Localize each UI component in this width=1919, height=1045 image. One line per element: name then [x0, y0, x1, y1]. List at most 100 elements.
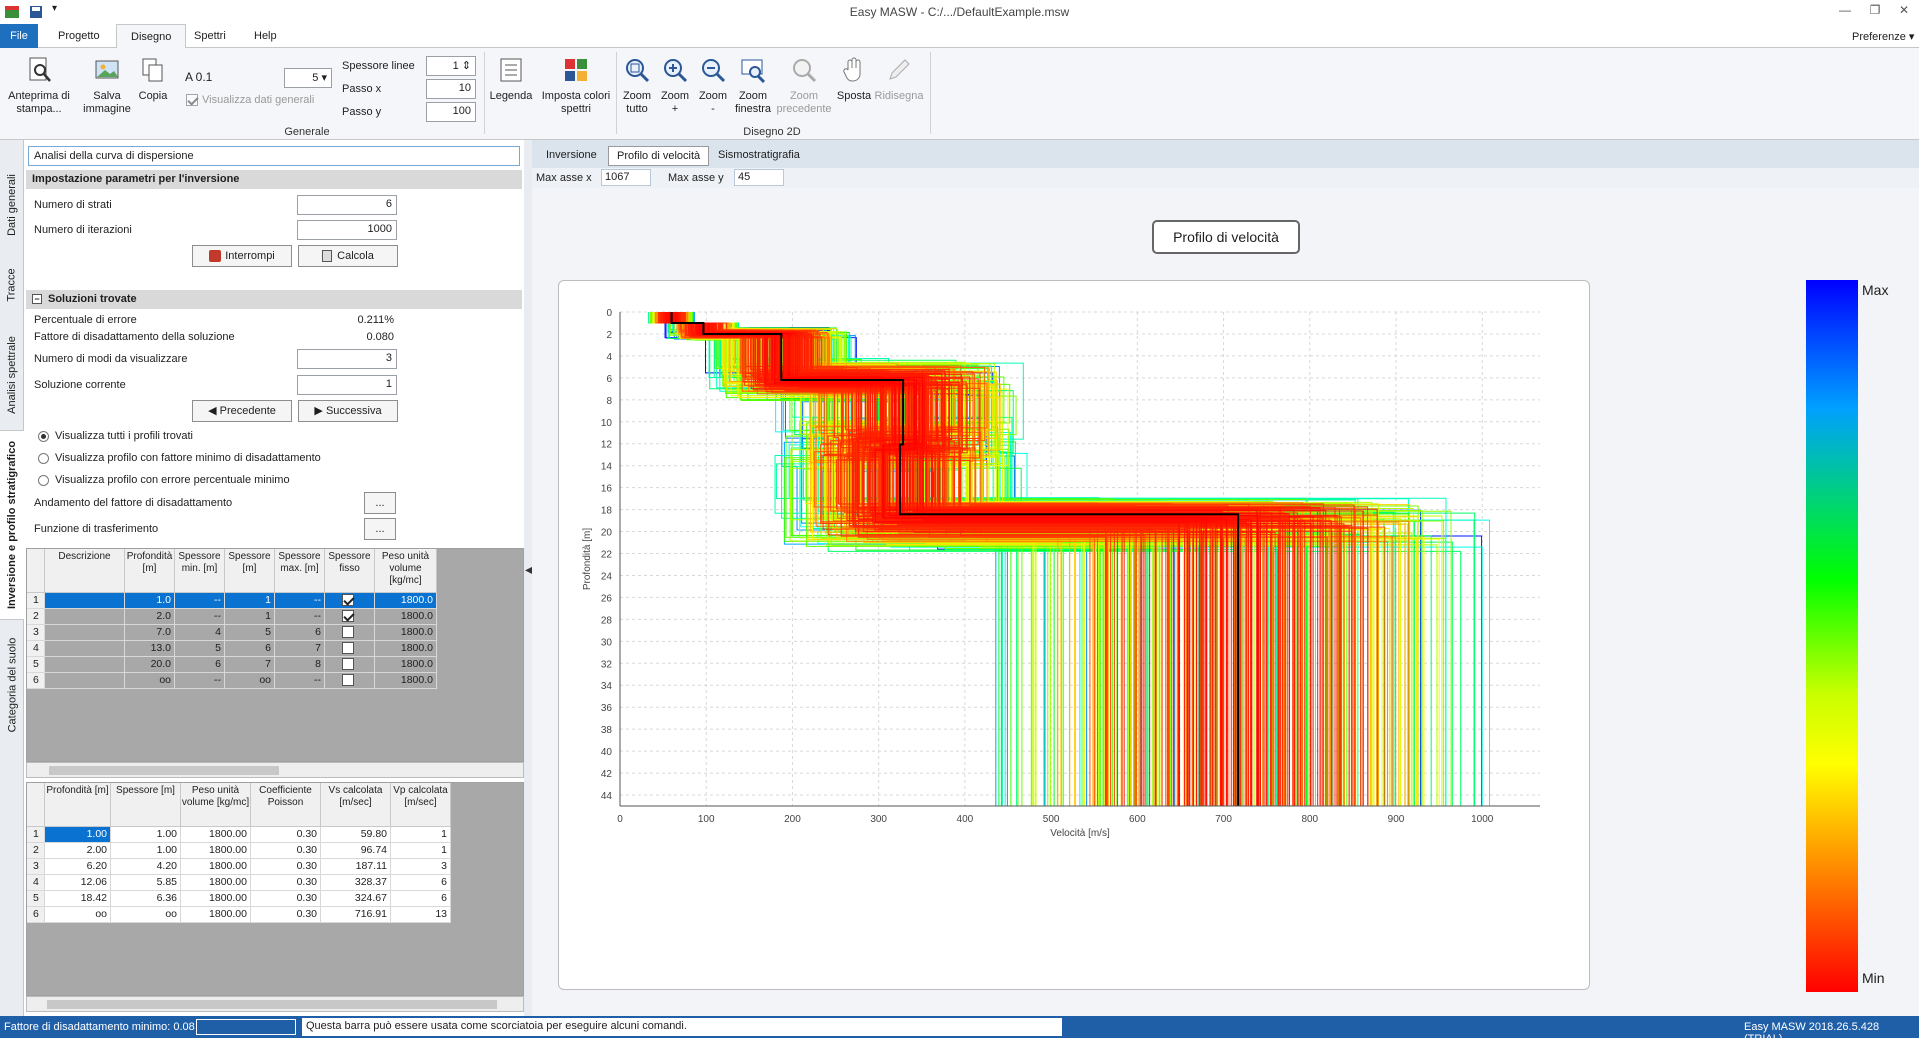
tab-progetto[interactable]: Progetto [44, 24, 114, 48]
previous-button[interactable]: ◀ Precedente [192, 400, 292, 422]
show-general-data-checkbox[interactable]: Visualizza dati generali [186, 94, 314, 106]
table-cell[interactable]: 1800.0 [375, 609, 437, 625]
preferences-menu[interactable]: Preferenze ▾ [1852, 30, 1914, 43]
table-cell[interactable]: 7 [225, 657, 275, 673]
tab-profilo-velocita[interactable]: Profilo di velocità [608, 146, 710, 166]
radio-min-misfit[interactable]: Visualizza profilo con fattore minimo di… [38, 452, 321, 464]
table-cell[interactable] [325, 609, 375, 625]
fixed-thickness-checkbox[interactable] [342, 610, 354, 623]
table-cell[interactable]: 0.30 [251, 907, 321, 923]
table-header[interactable]: Descrizione [45, 549, 125, 593]
table-cell[interactable]: 1800.00 [181, 859, 251, 875]
zoom-all-button[interactable]: Zoom tutto [620, 56, 654, 116]
table-cell[interactable]: 0.30 [251, 859, 321, 875]
side-tab-analisi-spettrale[interactable]: Analisi spettrale [0, 320, 24, 430]
fixed-thickness-checkbox[interactable] [342, 626, 354, 639]
table-header[interactable] [27, 549, 45, 593]
num-iterations-input[interactable]: 1000 [297, 220, 397, 240]
table-cell[interactable]: 7.0 [125, 625, 175, 641]
num-layers-input[interactable]: 6 [297, 195, 397, 215]
section-solutions[interactable]: − Soluzioni trovate [26, 290, 522, 309]
table-cell[interactable]: 6 [175, 657, 225, 673]
table-header[interactable]: Peso unità volume [kg/mc] [375, 549, 437, 593]
table-cell[interactable]: -- [275, 593, 325, 609]
table-cell[interactable] [45, 593, 125, 609]
table-cell[interactable]: 8 [275, 657, 325, 673]
table-header[interactable]: Coefficiente Poisson [251, 783, 321, 827]
table-cell[interactable]: 1800.00 [181, 827, 251, 843]
panel-splitter[interactable]: ◀ [524, 140, 533, 1016]
max-x-input[interactable]: 1067 [601, 169, 651, 186]
tab-spettri[interactable]: Spettri [180, 24, 240, 48]
pan-button[interactable]: Sposta [836, 56, 872, 103]
max-y-input[interactable]: 45 [734, 169, 784, 186]
table-cell[interactable] [325, 625, 375, 641]
table-cell[interactable]: 1.00 [111, 843, 181, 859]
table-cell[interactable]: 0.30 [251, 891, 321, 907]
table-cell[interactable]: 716.91 [321, 907, 391, 923]
spectrum-colors-button[interactable]: Imposta colori spettri [540, 56, 612, 116]
table-cell[interactable]: 12.06 [45, 875, 111, 891]
table-cell[interactable]: 6 [275, 625, 325, 641]
table-cell[interactable]: 1800.0 [375, 593, 437, 609]
velocity-profile-chart[interactable]: 0 100 200 300 400 500 600 700 800 900 100002468101… [560, 282, 1590, 988]
current-solution-input[interactable]: 1 [297, 375, 397, 395]
line-thickness-input[interactable]: 1 ⇕ [426, 56, 476, 76]
table-cell[interactable]: 1800.00 [181, 891, 251, 907]
table-cell[interactable]: oo [125, 673, 175, 689]
table-cell[interactable]: 5.85 [111, 875, 181, 891]
table-header[interactable]: Vs calcolata [m/sec] [321, 783, 391, 827]
side-tab-categoria-suolo[interactable]: Categoria del suolo [0, 620, 24, 750]
table-cell[interactable]: 1800.00 [181, 843, 251, 859]
table-cell[interactable]: 2.0 [125, 609, 175, 625]
next-button[interactable]: ▶ Successiva [298, 400, 398, 422]
table-cell[interactable]: 4.20 [111, 859, 181, 875]
fixed-thickness-checkbox[interactable] [342, 594, 354, 607]
table-cell[interactable]: 13.0 [125, 641, 175, 657]
table-header[interactable]: Spessore [m] [225, 549, 275, 593]
command-bar[interactable]: Questa barra può essere usata come scorc… [302, 1018, 1062, 1036]
table-cell[interactable] [325, 593, 375, 609]
print-preview-button[interactable]: Anteprima di stampa... [2, 56, 76, 116]
zoom-out-button[interactable]: Zoom - [696, 56, 730, 116]
table-cell[interactable]: oo [111, 907, 181, 923]
fixed-thickness-checkbox[interactable] [342, 658, 354, 671]
misfit-trend-button[interactable]: ... [364, 492, 396, 514]
transfer-function-button[interactable]: ... [364, 518, 396, 540]
side-tab-dati-generali[interactable]: Dati generali [0, 160, 24, 250]
table-cell[interactable] [45, 641, 125, 657]
table-cell[interactable]: 0.30 [251, 875, 321, 891]
close-icon[interactable]: ✕ [1890, 3, 1918, 21]
table-cell[interactable]: 1800.00 [181, 907, 251, 923]
table-cell[interactable]: 6.20 [45, 859, 111, 875]
table-cell[interactable]: -- [175, 673, 225, 689]
side-tab-inversione[interactable]: Inversione e profilo stratigrafico [0, 430, 24, 620]
radio-all-profiles[interactable]: Visualizza tutti i profili trovati [38, 430, 193, 442]
tab-inversione[interactable]: Inversione [538, 146, 605, 166]
table-cell[interactable]: 1800.0 [375, 673, 437, 689]
table-cell[interactable]: 4 [175, 625, 225, 641]
table-cell[interactable]: 1.00 [45, 827, 111, 843]
table-cell[interactable]: 328.37 [321, 875, 391, 891]
table-cell[interactable]: -- [275, 609, 325, 625]
redraw-button[interactable]: Ridisegna [874, 56, 924, 103]
table-cell[interactable]: 6 [391, 891, 451, 907]
table-cell[interactable]: 20.0 [125, 657, 175, 673]
table-header[interactable]: Profondità [m] [45, 783, 111, 827]
table-cell[interactable]: 6.36 [111, 891, 181, 907]
table-cell[interactable]: oo [45, 907, 111, 923]
table-header[interactable]: Vp calcolata [m/sec] [391, 783, 451, 827]
copy-button[interactable]: Copia [136, 56, 170, 103]
zoom-in-button[interactable]: Zoom + [658, 56, 692, 116]
table-cell[interactable]: 1.0 [125, 593, 175, 609]
table-header[interactable]: Spessore min. [m] [175, 549, 225, 593]
table-header[interactable]: Spessore [m] [111, 783, 181, 827]
table-cell[interactable]: 0.30 [251, 827, 321, 843]
tab-file[interactable]: File [0, 24, 38, 48]
table-cell[interactable]: 1 [391, 827, 451, 843]
table-cell[interactable]: 5 [225, 625, 275, 641]
table-cell[interactable] [45, 625, 125, 641]
table-cell[interactable]: 13 [391, 907, 451, 923]
table-cell[interactable]: 5 [175, 641, 225, 657]
table-header[interactable]: Spessore fisso [325, 549, 375, 593]
